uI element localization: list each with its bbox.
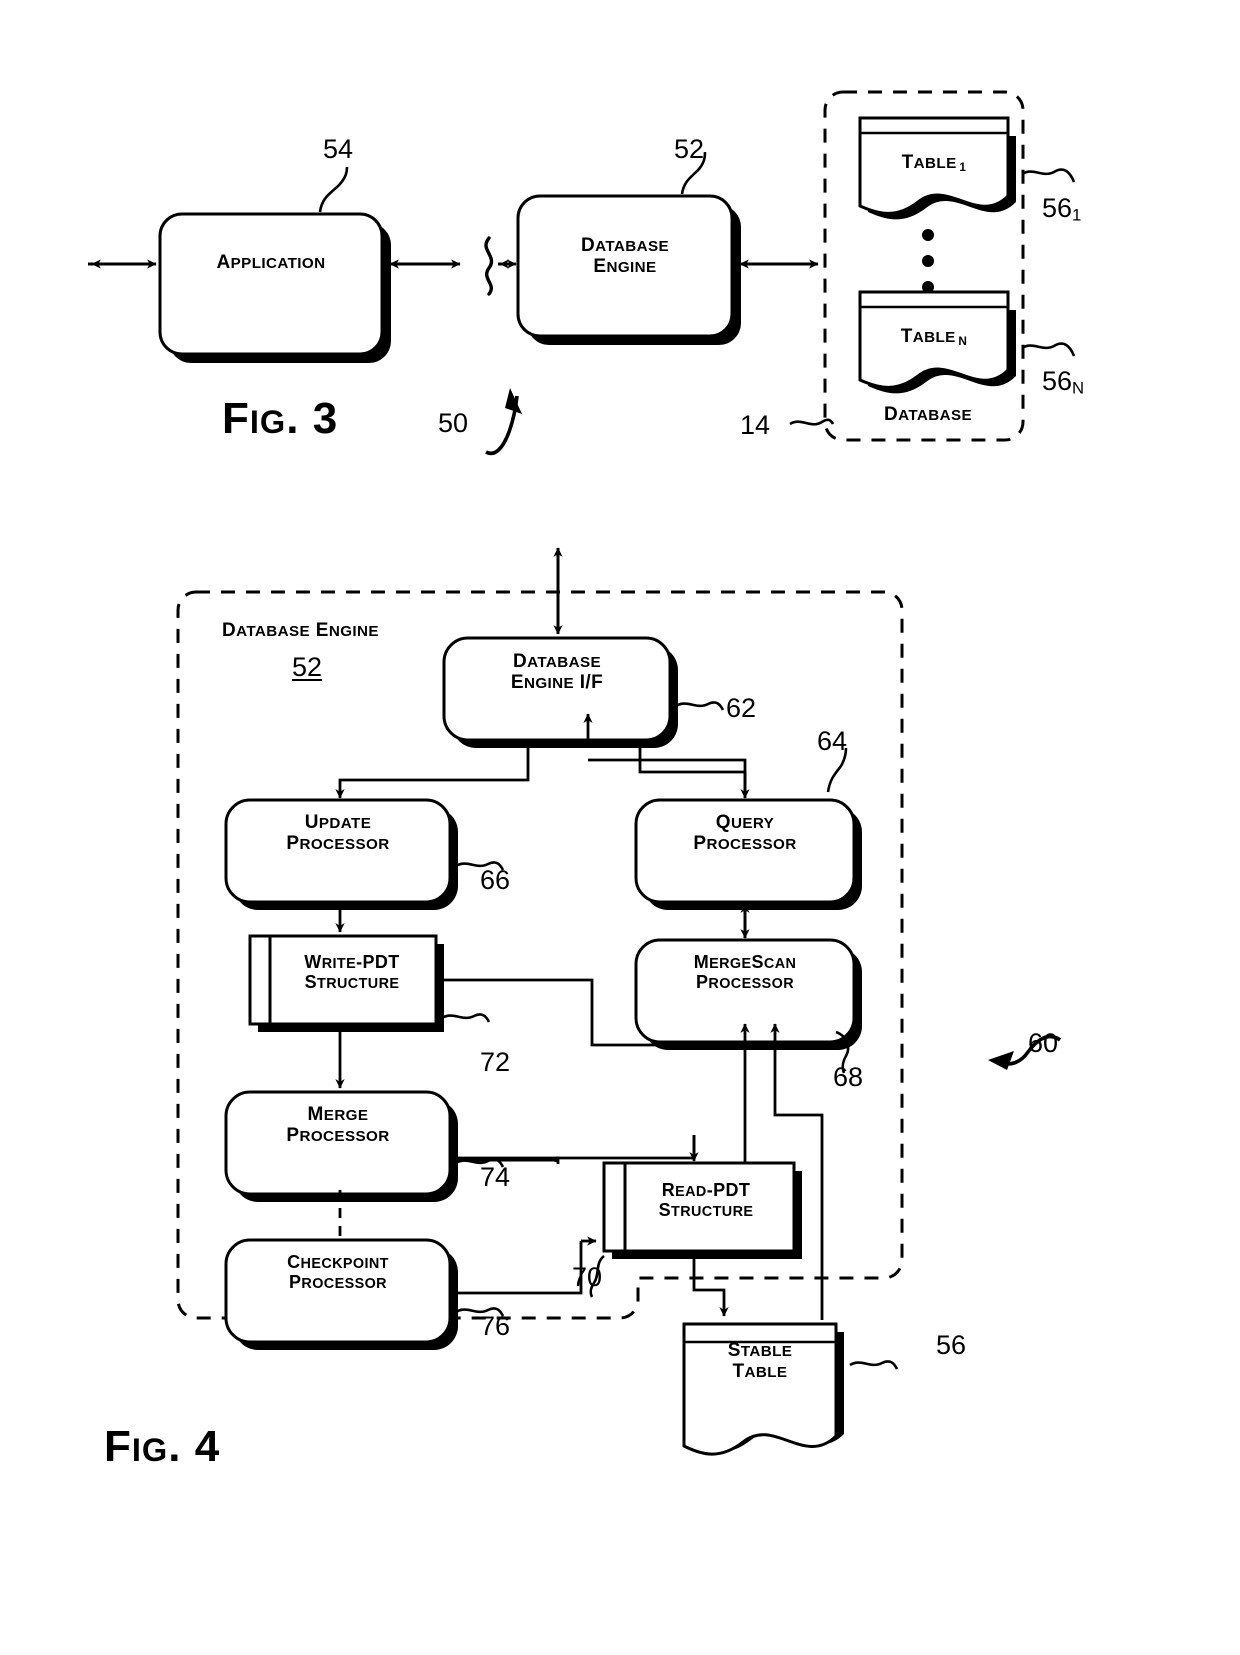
checkpoint-processor-label: CHECKPOINT PROCESSOR [287, 1252, 389, 1293]
merge-processor-label: MERGE PROCESSOR [286, 1104, 390, 1147]
read-pdt-label: READ-PDT STRUCTURE [658, 1180, 754, 1221]
application-label: APPLICATION [216, 252, 326, 273]
ellipsis-dot [922, 255, 934, 267]
table-n-label: TABLE N [900, 326, 968, 348]
mergescan-processor-label: MERGESCAN PROCESSOR [693, 952, 797, 993]
database-engine-label: DATABASE ENGINE [580, 235, 670, 278]
ref-68: 68 [833, 1062, 864, 1092]
ref-74: 74 [480, 1162, 511, 1192]
ref-66: 66 [480, 865, 511, 895]
patent-drawing-sheet: APPLICATION DATABASE ENGINE 54 52 TABLE … [0, 0, 1240, 1655]
ref-56-stable: 56 [936, 1330, 967, 1360]
ellipsis-dot [922, 229, 934, 241]
write-pdt-label: WRITE-PDT STRUCTURE [304, 952, 400, 993]
stable-table-label: STABLE TABLE [727, 1340, 793, 1383]
ref-54: 54 [323, 134, 354, 164]
ref-76: 76 [480, 1311, 511, 1341]
ref-52: 52 [674, 134, 705, 164]
query-processor-label: QUERY PROCESSOR [693, 812, 797, 855]
fig4-container-ref: 52 [292, 652, 323, 682]
update-processor-label: UPDATE PROCESSOR [286, 812, 390, 855]
ref-64: 64 [817, 726, 848, 756]
table-1-label: TABLE 1 [901, 152, 967, 174]
fig3-caption: FIG. 3 [222, 394, 339, 443]
ref-56-n: 56N [1042, 366, 1085, 398]
ref-62: 62 [726, 693, 757, 723]
ref-14: 14 [740, 410, 771, 440]
fig4-container-title: DATABASE ENGINE [222, 620, 379, 641]
fig4-caption: FIG. 4 [104, 1422, 221, 1471]
database-container-label: DATABASE [883, 404, 973, 425]
ref-50: 50 [438, 408, 469, 438]
application-block [158, 212, 391, 363]
ref-60: 60 [1028, 1028, 1059, 1058]
ref-56-1: 561 [1042, 193, 1082, 225]
ref-72: 72 [480, 1047, 511, 1077]
ref-70: 70 [572, 1262, 603, 1292]
database-engine-if-label: DATABASE ENGINE I/F [510, 651, 604, 694]
